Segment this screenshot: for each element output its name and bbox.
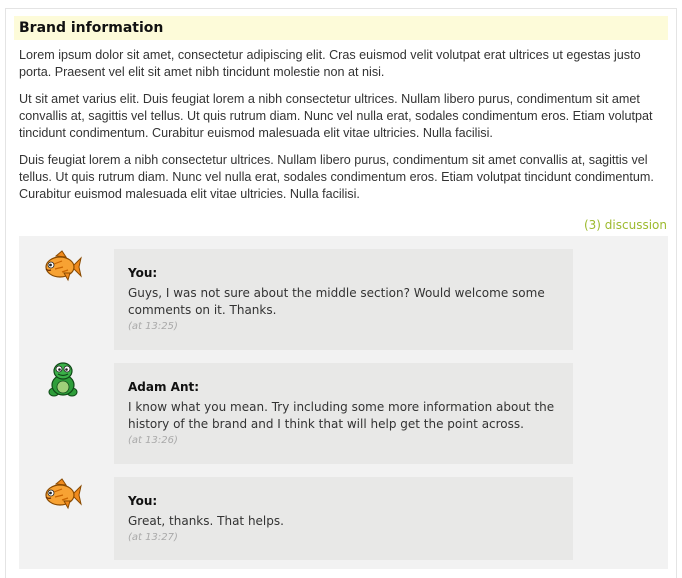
comment-bubble: You: Great, thanks. That helps. (at 13:2… xyxy=(114,477,573,560)
comment-bubble: Adam Ant: I know what you mean. Try incl… xyxy=(114,363,573,464)
fish-icon xyxy=(42,475,82,515)
discussion-link[interactable]: (3) discussion xyxy=(584,217,667,233)
comment-author: You: xyxy=(128,494,158,508)
body-paragraph: Lorem ipsum dolor sit amet, consectetur … xyxy=(19,48,641,79)
comment-author: Adam Ant: xyxy=(128,380,200,394)
comment-timestamp: (at 13:26) xyxy=(128,435,178,446)
body-paragraph: Ut sit amet varius elit. Duis feugiat lo… xyxy=(19,92,653,140)
comment-timestamp: (at 13:27) xyxy=(128,532,178,543)
body-paragraph: Duis feugiat lorem a nibh consectetur ul… xyxy=(19,153,654,201)
comment-text: Great, thanks. That helps. xyxy=(128,514,284,528)
turtle-icon xyxy=(44,361,84,401)
comment-bubble: You: Guys, I was not sure about the midd… xyxy=(114,249,573,350)
comment-timestamp: (at 13:25) xyxy=(128,321,178,332)
section-title: Brand information xyxy=(19,20,164,36)
comment-author: You: xyxy=(128,266,158,280)
comment-text: I know what you mean. Try including some… xyxy=(128,400,555,431)
comment-text: Guys, I was not sure about the middle se… xyxy=(128,286,545,317)
fish-icon xyxy=(42,247,82,287)
